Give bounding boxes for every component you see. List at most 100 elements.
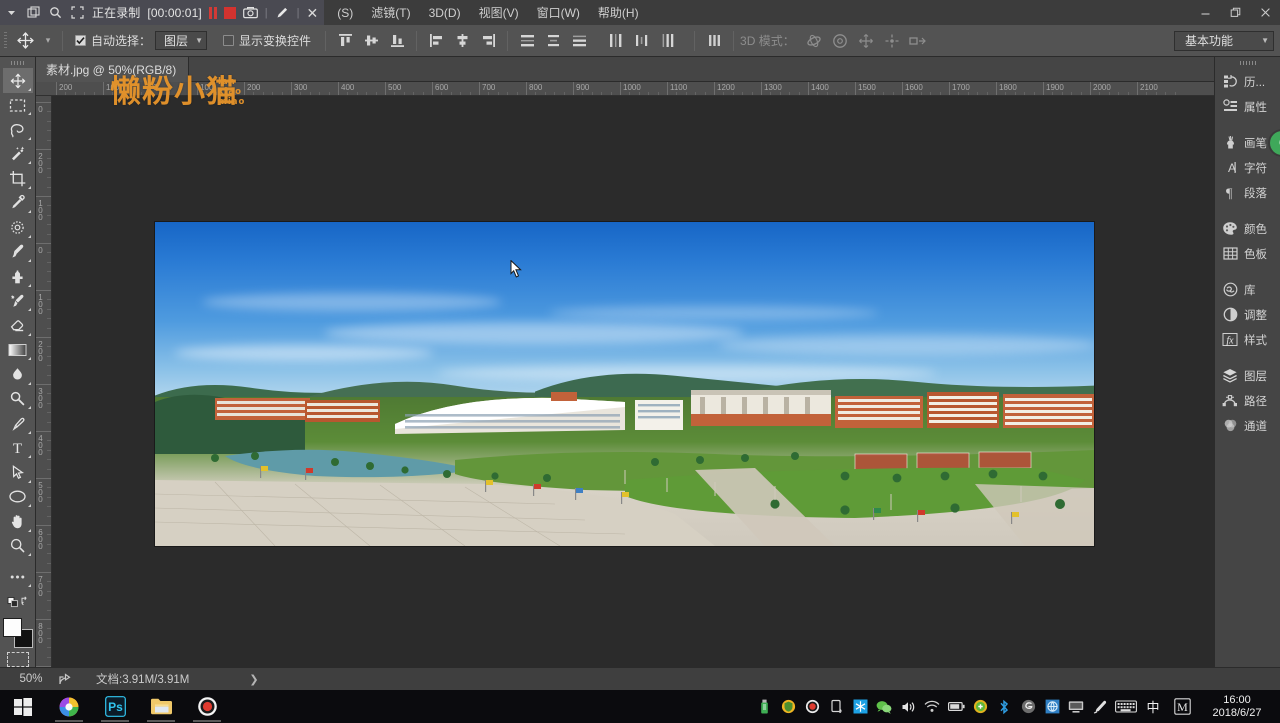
toolbar-grip[interactable] — [0, 57, 35, 68]
orbit-3d-icon[interactable] — [801, 29, 827, 53]
close-recorder-icon[interactable]: ✕ — [307, 6, 319, 20]
rectangular-marquee-tool[interactable] — [3, 93, 33, 117]
display-icon[interactable] — [1064, 690, 1088, 723]
pan-3d-icon[interactable] — [853, 29, 879, 53]
horizontal-type-tool[interactable]: T — [3, 436, 33, 460]
zoom-level[interactable]: 50% — [0, 673, 52, 685]
ellipse-tool[interactable] — [3, 485, 33, 509]
wifi-icon[interactable] — [920, 690, 944, 723]
camera-icon[interactable] — [242, 5, 258, 20]
horizontal-ruler[interactable]: 200 100 0 100 200 300 400 500 600 700 800 900 1000 11… — [36, 82, 1214, 96]
menu-item-window[interactable]: 窗口(W) — [528, 0, 589, 25]
move-tool[interactable] — [2, 68, 33, 93]
menu-item-3d[interactable]: 3D(D) — [420, 2, 470, 24]
vertical-ruler[interactable]: 02001000100200300400500600700800900 — [36, 96, 52, 667]
gradient-tool[interactable] — [3, 338, 33, 362]
canvas-area[interactable] — [52, 96, 1214, 667]
caret-down-icon[interactable] — [4, 5, 19, 20]
quick-mask-mode-button[interactable] — [6, 651, 29, 667]
align-right-edges-button[interactable] — [475, 29, 501, 53]
bluetooth-icon[interactable] — [992, 690, 1016, 723]
show-transform-checkbox[interactable] — [223, 35, 235, 46]
slide-3d-icon[interactable] — [879, 29, 905, 53]
options-bar-grip[interactable] — [0, 25, 10, 57]
usb-drive-icon[interactable] — [752, 690, 776, 723]
status-expand-arrow-icon[interactable]: ❯ — [249, 673, 258, 686]
update-green-icon[interactable] — [968, 690, 992, 723]
panoramic-campus-photo[interactable] — [155, 222, 1094, 546]
crop-tool[interactable] — [3, 166, 33, 190]
removable-disk-icon[interactable] — [824, 690, 848, 723]
align-horizontal-centers-button[interactable] — [449, 29, 475, 53]
taskbar-app-screen-recorder[interactable] — [184, 690, 230, 723]
ime-language-indicator[interactable]: 中 — [1140, 690, 1166, 723]
distribute-left-edges-button[interactable] — [602, 29, 628, 53]
clone-stamp-tool[interactable] — [3, 264, 33, 288]
edit-toolbar-tool[interactable] — [3, 565, 33, 589]
default-colors-and-swap[interactable] — [3, 589, 33, 613]
windows-start-icon[interactable] — [0, 690, 46, 723]
panel-styles[interactable]: fx 样式 — [1215, 327, 1280, 352]
restore-button[interactable] — [1220, 0, 1250, 25]
sogou-icon[interactable] — [1016, 690, 1040, 723]
minimize-button[interactable] — [1190, 0, 1220, 25]
close-button[interactable] — [1250, 0, 1280, 25]
share-icon[interactable] — [52, 672, 78, 686]
distribute-right-edges-button[interactable] — [654, 29, 680, 53]
ime-mode-icon[interactable]: M — [1166, 690, 1198, 723]
clock[interactable]: 16:00 2018/6/27 — [1198, 690, 1276, 723]
capture-window-icon[interactable] — [26, 5, 41, 20]
capture-region-icon[interactable] — [70, 5, 85, 20]
move-tool-icon[interactable] — [10, 28, 40, 54]
align-left-edges-button[interactable] — [423, 29, 449, 53]
battery-icon[interactable] — [944, 690, 968, 723]
stop-recording-button[interactable] — [223, 6, 236, 19]
panel-adjustments[interactable]: 调整 — [1215, 302, 1280, 327]
tool-preset-caret-icon[interactable]: ▾ — [40, 35, 56, 46]
menu-item-view[interactable]: 视图(V) — [470, 0, 528, 25]
workspace-selector[interactable]: 基本功能 ▼ — [1174, 30, 1274, 51]
volume-icon[interactable] — [896, 690, 920, 723]
brush-tool[interactable] — [3, 240, 33, 264]
snowflake-icon[interactable] — [848, 690, 872, 723]
distribute-vertical-centers-button[interactable] — [540, 29, 566, 53]
taskbar-app-browser[interactable] — [46, 690, 92, 723]
history-brush-tool[interactable] — [3, 289, 33, 313]
align-bottom-edges-button[interactable] — [384, 29, 410, 53]
show-transform-checkbox-group[interactable]: 显示变换控件 — [207, 32, 311, 49]
menu-item-help[interactable]: 帮助(H) — [589, 0, 648, 25]
panel-paragraph[interactable]: ¶ 段落 — [1215, 180, 1280, 205]
panel-color[interactable]: 颜色 — [1215, 216, 1280, 241]
spot-healing-brush-tool[interactable] — [3, 215, 33, 239]
lasso-tool[interactable] — [3, 117, 33, 141]
magnifier-icon[interactable] — [48, 5, 63, 20]
align-top-edges-button[interactable] — [332, 29, 358, 53]
quick-selection-tool[interactable] — [3, 142, 33, 166]
distribute-bottom-edges-button[interactable] — [566, 29, 592, 53]
document-tab[interactable]: 素材.jpg @ 50%(RGB/8) — [36, 57, 190, 82]
hand-tool[interactable] — [3, 509, 33, 533]
align-vertical-centers-button[interactable] — [358, 29, 384, 53]
auto-select-checkbox[interactable] — [75, 35, 86, 46]
color-swatches[interactable] — [2, 617, 33, 648]
taskbar-app-photoshop[interactable]: Ps — [92, 690, 138, 723]
wechat-icon[interactable] — [872, 690, 896, 723]
panel-paths[interactable]: 路径 — [1215, 388, 1280, 413]
panel-properties[interactable]: 属性 — [1215, 94, 1280, 119]
recorder-red-icon[interactable] — [800, 690, 824, 723]
menu-item-filter[interactable]: 滤镜(T) — [362, 0, 419, 25]
zoom-tool[interactable] — [3, 534, 33, 558]
menu-item-0[interactable]: (S) — [328, 2, 362, 24]
panel-swatches[interactable]: 色板 — [1215, 241, 1280, 266]
panel-libraries[interactable]: 库 — [1215, 277, 1280, 302]
taskbar-app-file-explorer[interactable] — [138, 690, 184, 723]
path-selection-tool[interactable] — [3, 460, 33, 484]
distribute-horizontal-centers-button[interactable] — [628, 29, 654, 53]
eraser-tool[interactable] — [3, 313, 33, 337]
dodge-tool[interactable] — [3, 387, 33, 411]
roll-3d-icon[interactable] — [827, 29, 853, 53]
panel-character[interactable]: A 字符 — [1215, 155, 1280, 180]
blur-tool[interactable] — [3, 362, 33, 386]
dock-grip[interactable] — [1215, 57, 1280, 69]
panel-brush[interactable]: 画笔 6 — [1215, 130, 1280, 155]
